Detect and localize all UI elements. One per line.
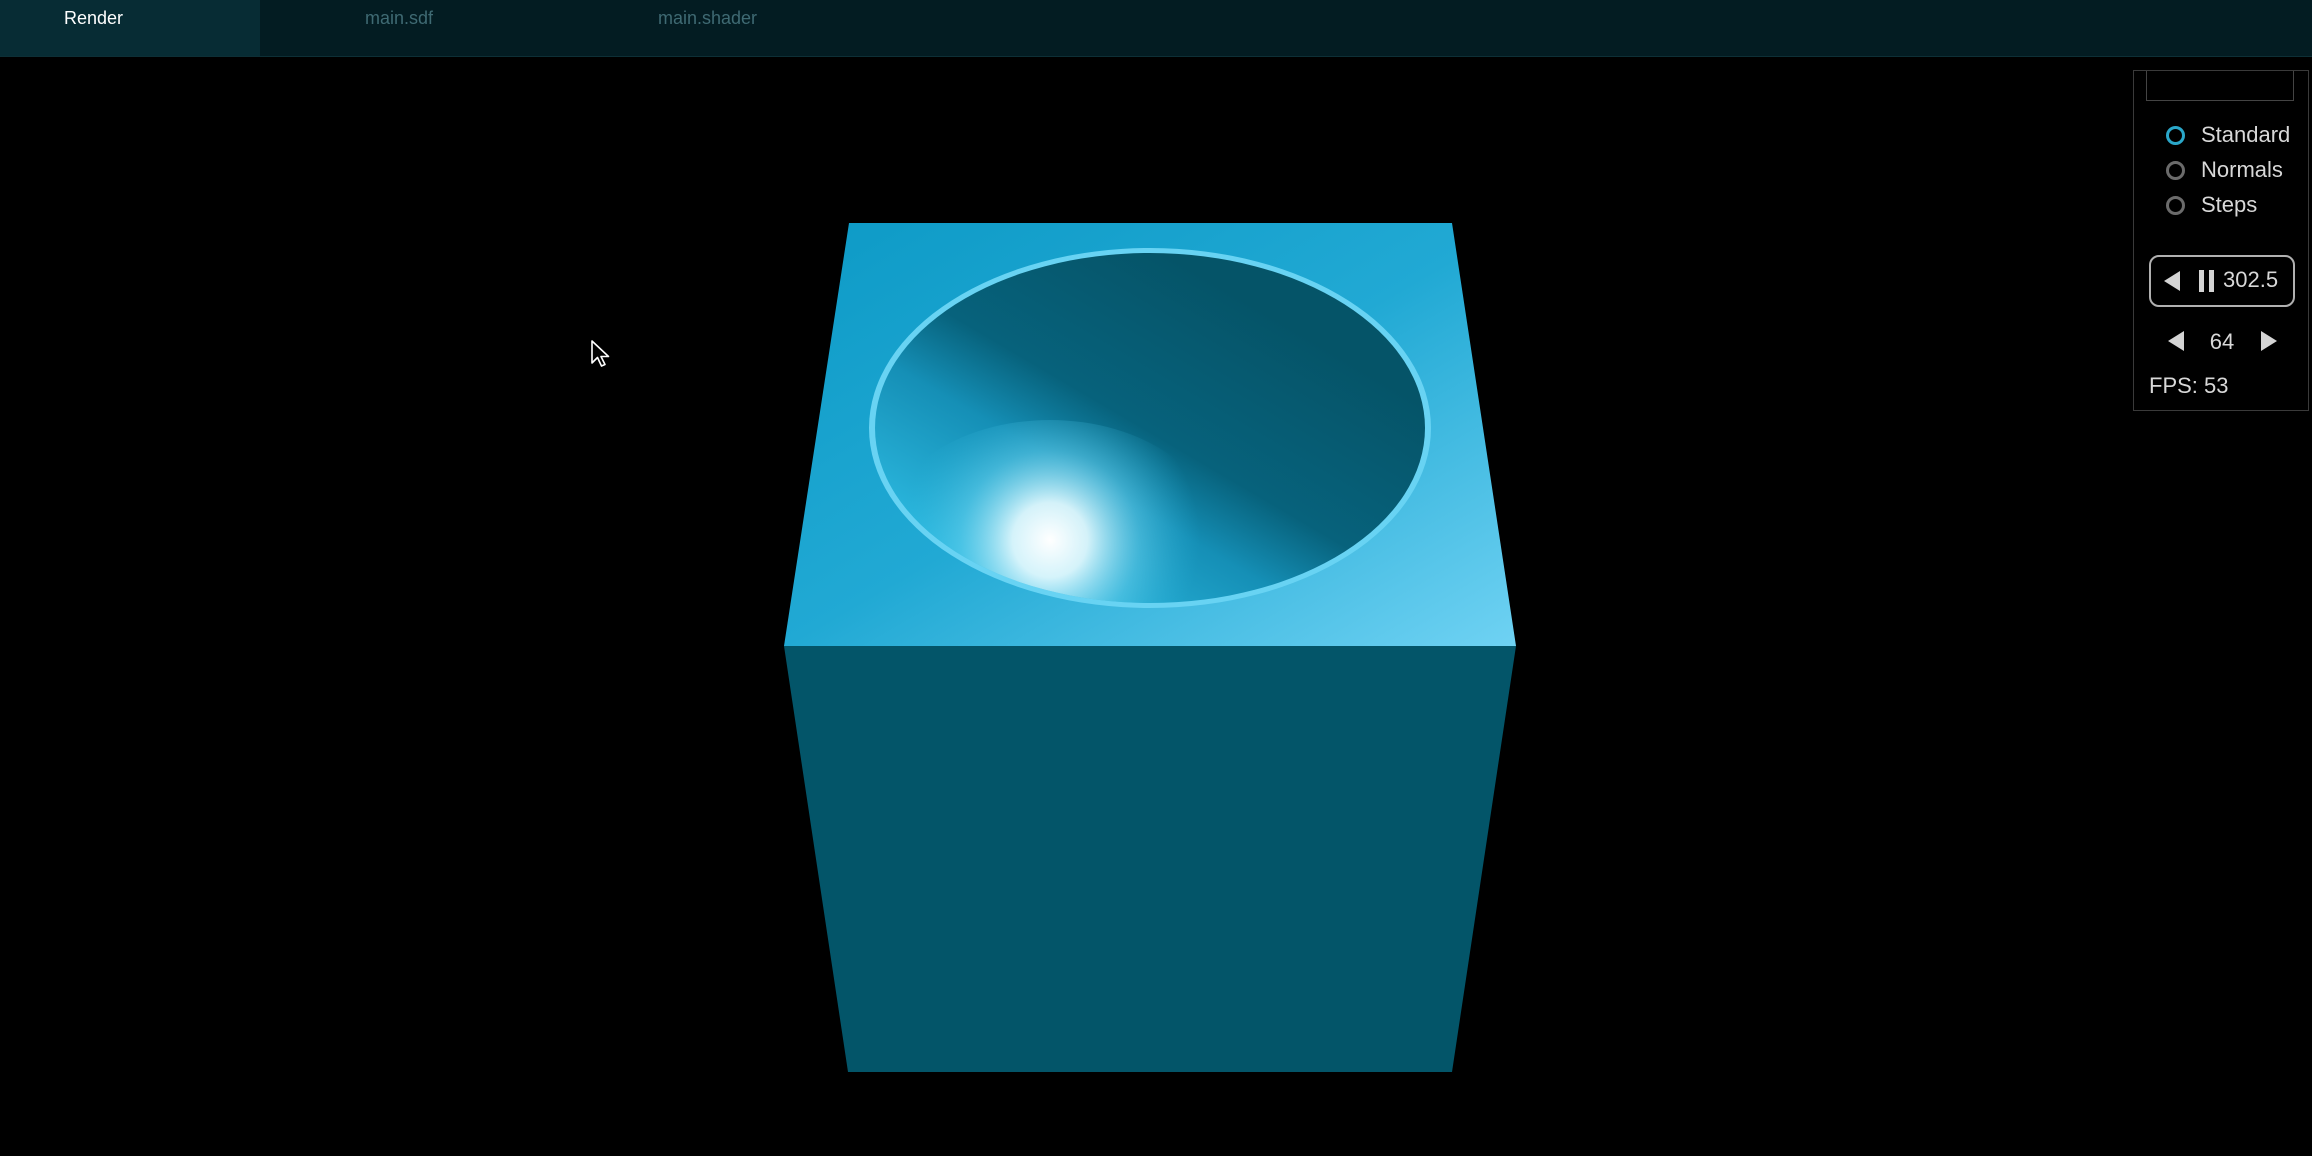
rendered-scene [784,223,1516,1072]
cube-front-face [784,646,1516,1072]
render-control-panel: Standard Normals Steps 302.5 64 FPS: 53 [2133,70,2309,411]
pause-icon[interactable] [2199,270,2215,292]
step-count-control: 64 [2134,321,2310,361]
tab-main-shader-label: main.shader [658,8,758,28]
radio-unselected-icon[interactable] [2166,160,2185,180]
mouse-cursor-icon [591,340,610,367]
render-viewport[interactable] [0,57,2312,1156]
tab-main-shader[interactable]: main.shader [658,0,788,56]
tab-main-sdf[interactable]: main.sdf [365,0,475,56]
render-mode-normals[interactable]: Normals [2166,156,2283,184]
decrease-steps-icon[interactable] [2168,331,2184,351]
increase-steps-icon[interactable] [2261,331,2277,351]
radio-unselected-icon[interactable] [2166,195,2185,215]
render-mode-steps-label: Steps [2201,192,2258,217]
rewind-icon[interactable] [2164,271,2180,291]
render-mode-normals-label: Normals [2201,157,2283,182]
fps-counter: FPS: 53 [2149,373,2229,398]
render-mode-standard[interactable]: Standard [2166,121,2290,149]
tab-bar: Render main.sdf main.shader [0,0,2312,57]
steps-value: 64 [2209,329,2235,354]
render-mode-steps[interactable]: Steps [2166,191,2257,219]
time-control: 302.5 [2149,255,2295,307]
time-value: 302.5 [2223,267,2279,292]
render-mode-standard-label: Standard [2201,122,2291,147]
tab-main-sdf-label: main.sdf [365,8,434,28]
tab-render[interactable]: Render [0,0,260,56]
radio-selected-icon[interactable] [2166,125,2185,145]
tab-render-label: Render [64,8,124,28]
panel-collapse-bar[interactable] [2146,71,2294,101]
